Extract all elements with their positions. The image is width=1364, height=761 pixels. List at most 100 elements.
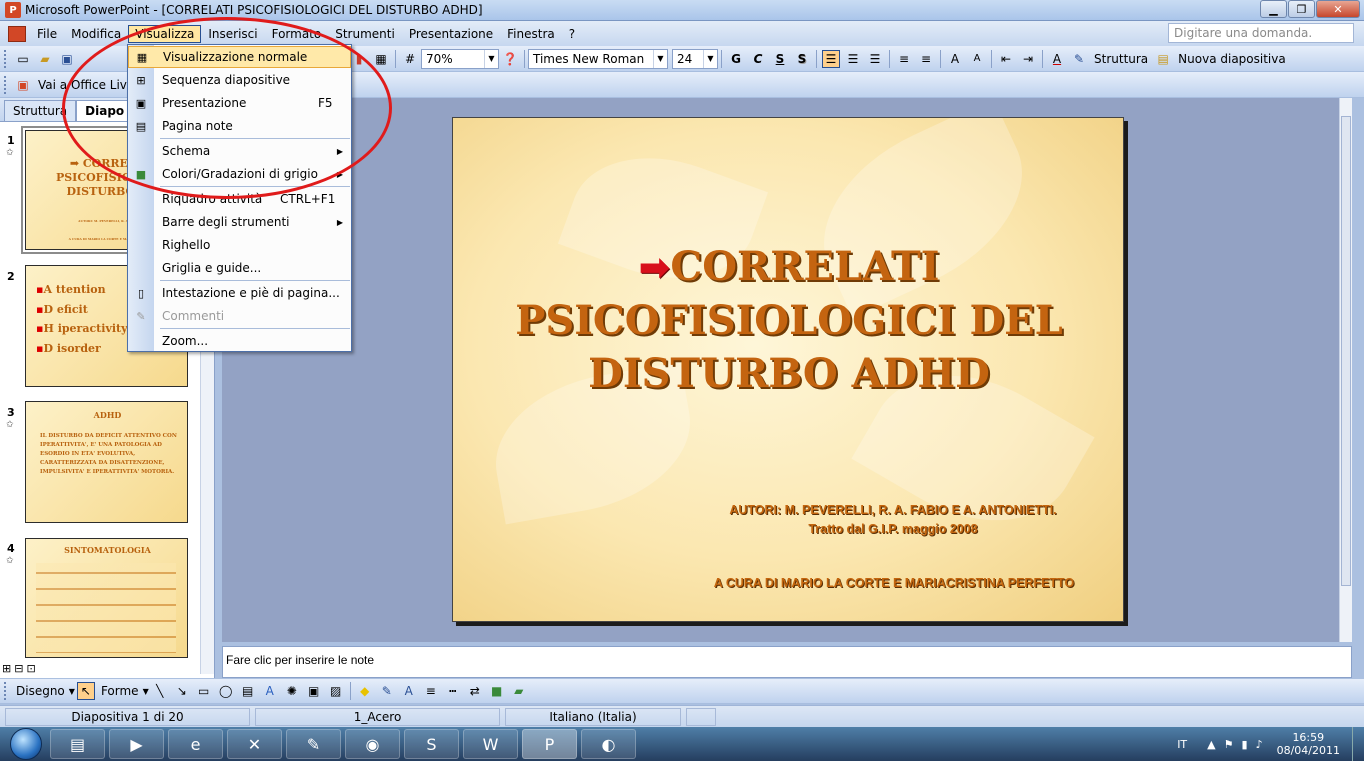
menu-formato[interactable]: Formato [265, 25, 329, 43]
menu-visualizza[interactable]: Visualizza [128, 24, 202, 43]
line-color-icon[interactable]: ✎ [378, 682, 396, 700]
arrow-icon[interactable]: ↘ [173, 682, 191, 700]
menu-item-commenti[interactable]: ✎ Commenti [128, 305, 351, 327]
menu-item-intestazione[interactable]: ▯ Intestazione e piè di pagina... [128, 282, 351, 304]
menu-item-colori[interactable]: ■ Colori/Gradazioni di grigio ▶ [128, 163, 351, 185]
open-icon[interactable]: ▰ [36, 50, 54, 68]
menu-inserisci[interactable]: Inserisci [201, 25, 264, 43]
oval-icon[interactable]: ◯ [217, 682, 235, 700]
line-icon[interactable]: ╲ [151, 682, 169, 700]
3d-style-icon[interactable]: ▰ [510, 682, 528, 700]
line-style-icon[interactable]: ≡ [422, 682, 440, 700]
fill-color-icon[interactable]: ◆ [356, 682, 374, 700]
powerpoint-task-icon[interactable]: P [522, 729, 577, 759]
slide-title[interactable]: ➡CORRELATI PSICOFISIOLOGICI DEL DISTURBO… [453, 240, 1123, 400]
structure-icon[interactable]: ✎ [1070, 50, 1088, 68]
document-icon[interactable] [8, 25, 26, 42]
paint-task-icon[interactable]: ✎ [286, 729, 341, 759]
scrollbar-thumb[interactable] [1341, 116, 1351, 586]
slideshow-icon[interactable]: ⊡ [26, 662, 35, 678]
picture-icon[interactable]: ▨ [327, 682, 345, 700]
office-live-button[interactable]: Vai a Office Live [38, 78, 134, 92]
internet-explorer-task-icon[interactable]: e [168, 729, 223, 759]
slide-thumbnail-4[interactable]: SINTOMATOLOGIA [25, 538, 188, 658]
tab-diapositive[interactable]: Diapo [76, 100, 134, 121]
help-search-input[interactable]: Digitare una domanda. [1168, 23, 1354, 43]
align-left-icon[interactable]: ☰ [822, 49, 840, 68]
font-size-select[interactable]: 24 ▼ [672, 48, 718, 69]
decrease-indent-icon[interactable]: ⇤ [997, 50, 1015, 68]
slide-sorter-icon[interactable]: ⊟ [14, 662, 23, 678]
menu-item-zoom[interactable]: Zoom... [128, 330, 351, 352]
notes-pane[interactable]: Fare clic per inserire le note [222, 646, 1352, 678]
powerpoint-app-icon[interactable]: P [5, 2, 21, 18]
menu-item-righello[interactable]: Righello [128, 234, 351, 256]
menu-item-visualizzazione-normale[interactable]: ▦ Visualizzazione normale [128, 46, 351, 68]
new-icon[interactable]: ▭ [14, 50, 32, 68]
media-player-task-icon[interactable]: ▶ [109, 729, 164, 759]
menu-item-sequenza-diapositive[interactable]: ⊞ Sequenza diapositive [128, 69, 351, 91]
save-icon[interactable]: ▣ [58, 50, 76, 68]
clock[interactable]: 16:59 08/04/2011 [1277, 731, 1340, 757]
language-indicator[interactable]: IT [1177, 738, 1187, 751]
close-button[interactable]: ✕ [1316, 0, 1360, 18]
paint-palette-task-icon[interactable]: ◐ [581, 729, 636, 759]
minimize-button[interactable]: ▁ [1260, 0, 1287, 18]
font-color-icon[interactable]: A [400, 682, 418, 700]
menu-strumenti[interactable]: Strumenti [328, 25, 402, 43]
menu-item-barre-strumenti[interactable]: Barre degli strumenti ▶ [128, 211, 351, 233]
help-icon[interactable]: ❓ [501, 50, 519, 68]
shadow-button[interactable]: S [793, 50, 811, 68]
bold-button[interactable]: G [727, 50, 745, 68]
decrease-font-icon[interactable]: A [968, 50, 986, 68]
menu-help[interactable]: ? [562, 25, 582, 43]
chart-icon[interactable]: ▮ [350, 50, 368, 68]
slide-credits[interactable]: A CURA DI MARIO LA CORTE E MARIACRISTINA… [679, 576, 1109, 590]
menu-item-griglia-guide[interactable]: Griglia e guide... [128, 257, 351, 279]
flag-icon[interactable]: ⚑ [1224, 738, 1234, 751]
select-pointer-icon[interactable]: ↖ [76, 682, 95, 700]
restore-button[interactable]: ❐ [1288, 0, 1315, 18]
menu-item-riquadro-attivita[interactable]: Riquadro attività CTRL+F1 [128, 188, 351, 210]
network-task-icon[interactable]: ✕ [227, 729, 282, 759]
tray-arrow-icon[interactable]: ▲ [1207, 738, 1215, 751]
draw-menu-button[interactable]: Disegno [16, 684, 65, 698]
office-live-icon[interactable]: ▣ [14, 76, 32, 94]
clipart-icon[interactable]: ▣ [305, 682, 323, 700]
slide-thumbnail-3[interactable]: ADHD IL DISTURBO DA DEFICIT ATTENTIVO CO… [25, 401, 188, 523]
numbered-list-icon[interactable]: ≡ [895, 50, 913, 68]
underline-button[interactable]: S [771, 50, 789, 68]
new-slide-icon[interactable]: ▤ [1154, 50, 1172, 68]
menu-file[interactable]: File [30, 25, 64, 43]
slide-authors[interactable]: AUTORI: M. PEVERELLI, R. A. FABIO E A. A… [693, 501, 1093, 539]
increase-indent-icon[interactable]: ⇥ [1019, 50, 1037, 68]
increase-font-icon[interactable]: A [946, 50, 964, 68]
shapes-menu-button[interactable]: Forme [101, 684, 139, 698]
start-button[interactable] [6, 727, 46, 761]
textbox-icon[interactable]: ▤ [239, 682, 257, 700]
arrow-style-icon[interactable]: ⇄ [466, 682, 484, 700]
table-icon[interactable]: ▦ [372, 50, 390, 68]
toolbar-grip[interactable] [4, 75, 8, 94]
volume-icon[interactable]: ♪ [1256, 738, 1263, 751]
font-color-icon[interactable]: A [1048, 50, 1066, 68]
bullet-list-icon[interactable]: ≡ [917, 50, 935, 68]
show-desktop-button[interactable] [1352, 727, 1364, 761]
grid-icon[interactable]: # [401, 50, 419, 68]
rectangle-icon[interactable]: ▭ [195, 682, 213, 700]
align-right-icon[interactable]: ☰ [866, 50, 884, 68]
skype-task-icon[interactable]: S [404, 729, 459, 759]
menu-item-schema[interactable]: Schema ▶ [128, 140, 351, 162]
menu-item-pagina-note[interactable]: ▤ Pagina note [128, 115, 351, 137]
menu-finestra[interactable]: Finestra [500, 25, 562, 43]
wordart-icon[interactable]: A [261, 682, 279, 700]
new-slide-button[interactable]: Nuova diapositiva [1178, 52, 1286, 66]
menu-item-presentazione[interactable]: ▣ Presentazione F5 [128, 92, 351, 114]
tab-struttura[interactable]: Struttura [4, 100, 77, 121]
slide-scrollbar[interactable] [1339, 98, 1352, 642]
menu-modifica[interactable]: Modifica [64, 25, 128, 43]
menu-presentazione[interactable]: Presentazione [402, 25, 500, 43]
word-task-icon[interactable]: W [463, 729, 518, 759]
align-center-icon[interactable]: ☰ [844, 50, 862, 68]
chrome-task-icon[interactable]: ◉ [345, 729, 400, 759]
